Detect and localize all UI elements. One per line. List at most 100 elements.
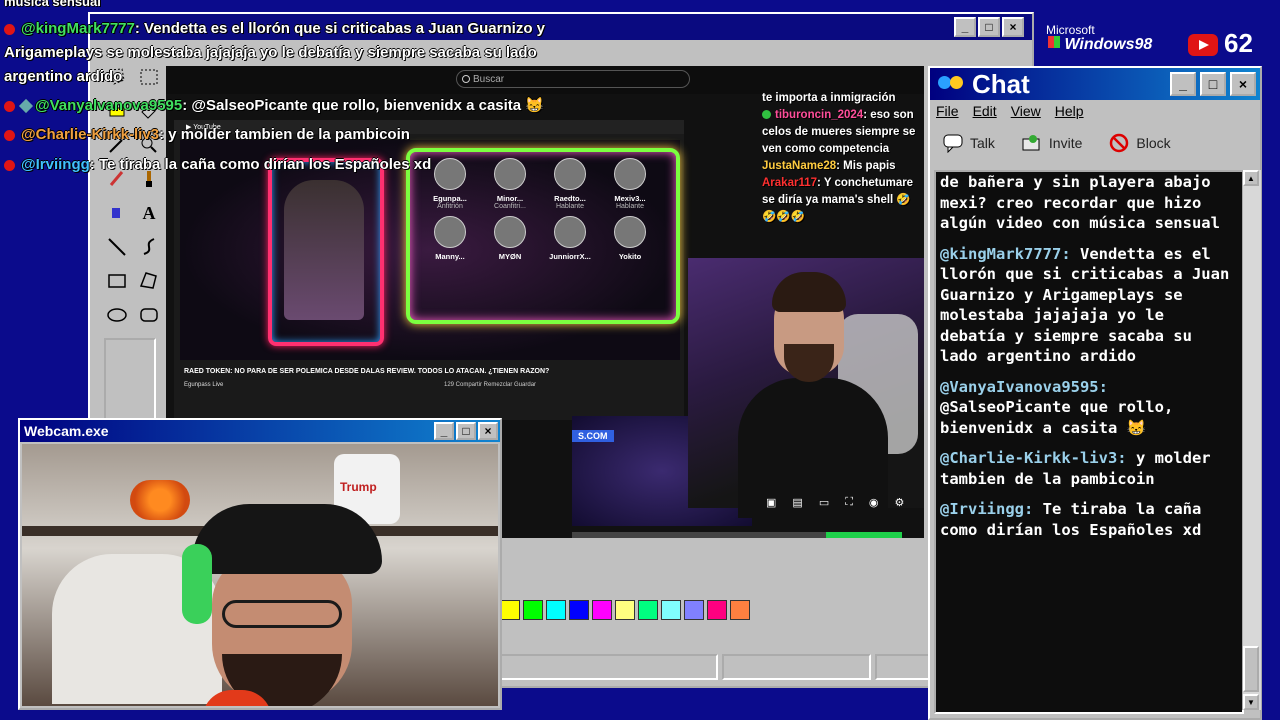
airbrush-icon[interactable]: [104, 200, 130, 226]
block-button[interactable]: Block: [1108, 133, 1171, 153]
guest-tile[interactable]: Yokito: [600, 216, 660, 261]
chat-text: @SalseoPicante que rollo, bienvenidx a c…: [940, 398, 1174, 437]
webcam-titlebar[interactable]: Webcam.exe _ □ ×: [20, 420, 500, 442]
status-cell-size: [874, 654, 930, 680]
chat-username: @Charlie-Kirkk-liv3:: [940, 449, 1127, 467]
embedded-chat-message: te importa a inmigración: [762, 90, 922, 107]
guest-tile[interactable]: Mexiv3... Hablante: [600, 158, 660, 210]
overlay-user: @Irviingg: [21, 156, 90, 173]
chat-message: de bañera y sin playera abajo mexi? creo…: [936, 172, 1242, 234]
chat-message: @Irviingg: Te tiraba la caña como dirían…: [936, 499, 1242, 540]
palette-swatch[interactable]: [500, 600, 520, 620]
autoplay-icon[interactable]: ◉: [869, 496, 879, 509]
miniplayer-icon[interactable]: ▣: [766, 496, 776, 509]
palette-swatch[interactable]: [684, 600, 704, 620]
talk-button[interactable]: Talk: [942, 133, 995, 153]
guest-name: Egunpa...: [433, 194, 467, 203]
palette-swatch[interactable]: [707, 600, 727, 620]
video-actions[interactable]: 129 Compartir Remezclar Guardar: [444, 382, 536, 388]
scroll-down-icon[interactable]: ▼: [1243, 694, 1259, 710]
overlay-line-3: argentino ardido: [4, 68, 123, 85]
youtube-icon: [4, 100, 15, 112]
stars-tag: S.COM: [572, 430, 614, 442]
palette-swatch[interactable]: [638, 600, 658, 620]
embedded-chat-user: Arakar117: [762, 177, 817, 189]
guest-avatar: [554, 216, 586, 248]
chat-username: @Irviingg:: [940, 500, 1034, 518]
guest-avatar: [614, 216, 646, 248]
overlay-line-4: @Vanyalvanova9595: @SalseoPicante que ro…: [4, 96, 544, 114]
menu-file[interactable]: File: [936, 103, 959, 119]
theater-icon[interactable]: ▭: [819, 496, 829, 509]
streamer-hair: [772, 272, 846, 312]
overlay-text: : Vendetta es el llorón que si criticaba…: [134, 20, 545, 37]
ellipse-icon[interactable]: [104, 302, 130, 328]
chat-scrollbar[interactable]: ▲ ▼: [1242, 170, 1261, 710]
rounded-rect-icon[interactable]: [136, 302, 162, 328]
invite-button[interactable]: Invite: [1021, 133, 1082, 153]
polygon-icon[interactable]: [136, 268, 162, 294]
palette-swatch[interactable]: [523, 600, 543, 620]
curve-icon[interactable]: [136, 234, 162, 260]
palette-swatch[interactable]: [592, 600, 612, 620]
people-icon: [936, 74, 966, 98]
chat-close-button[interactable]: ×: [1230, 72, 1256, 96]
paint-close-button[interactable]: ×: [1002, 17, 1024, 37]
invite-label: Invite: [1048, 135, 1083, 151]
webcam-maximize-button[interactable]: □: [456, 422, 476, 440]
rect-select-icon[interactable]: [136, 64, 162, 90]
palette-swatch[interactable]: [546, 600, 566, 620]
menu-view[interactable]: View: [1011, 103, 1041, 119]
palette-swatch[interactable]: [569, 600, 589, 620]
settings-icon[interactable]: ⚙: [895, 496, 905, 509]
windows-label: Windows98: [1064, 36, 1153, 53]
fullscreen-icon[interactable]: ⛶: [845, 496, 853, 509]
channel-name[interactable]: Egunpass Live: [184, 382, 223, 388]
paint-maximize-button[interactable]: □: [978, 17, 1000, 37]
menu-edit[interactable]: Edit: [973, 103, 997, 119]
webcam-close-button[interactable]: ×: [478, 422, 498, 440]
overlay-user: @Vanyalvanova9595: [35, 97, 183, 114]
color-palette: [500, 600, 750, 620]
chat-title: Chat: [972, 68, 1030, 99]
cast-icon[interactable]: ▤: [792, 496, 802, 509]
guest-tile[interactable]: MYØN: [480, 216, 540, 261]
guest-name: JunniorrX...: [549, 252, 591, 261]
overlay-text: : y molder tambien de la pambicoin: [159, 126, 410, 143]
block-label: Block: [1136, 135, 1171, 151]
chat-maximize-button[interactable]: □: [1200, 72, 1226, 96]
rectangle-icon[interactable]: [104, 268, 130, 294]
guest-tile[interactable]: Raedto... Hablante: [540, 158, 600, 210]
guest-role: Coanfitri...: [494, 203, 526, 210]
space-guest-grid: Egunpa... Anfitrión Minor... Coanfitri... Ra…: [420, 158, 660, 261]
webcam-feed: Trump: [22, 444, 498, 706]
chat-titlebar[interactable]: Chat _ □ ×: [930, 68, 1260, 100]
palette-swatch[interactable]: [661, 600, 681, 620]
streamer-beard: [784, 344, 834, 382]
guest-tile[interactable]: Manny...: [420, 216, 480, 261]
paint-statusbar: [500, 654, 930, 680]
search-input[interactable]: Buscar: [456, 70, 690, 88]
paint-minimize-button[interactable]: _: [954, 17, 976, 37]
scroll-up-icon[interactable]: ▲: [1243, 170, 1259, 186]
chat-message: @VanyaIvanova9595: @SalseoPicante que ro…: [936, 377, 1242, 439]
webcam-minimize-button[interactable]: _: [434, 422, 454, 440]
chat-text: de bañera y sin playera abajo mexi? creo…: [940, 173, 1220, 232]
text-tool-icon[interactable]: A: [136, 200, 162, 226]
menu-help[interactable]: Help: [1055, 103, 1084, 119]
video-progress[interactable]: [572, 532, 902, 538]
guest-avatar: [554, 158, 586, 190]
guest-tile[interactable]: Minor... Coanfitri...: [480, 158, 540, 210]
palette-swatch[interactable]: [730, 600, 750, 620]
embedded-chat-text: : Mis papis: [836, 160, 896, 172]
overlay-partial-line: música sensual: [4, 0, 101, 9]
palette-swatch[interactable]: [615, 600, 635, 620]
video-title: RAED TOKEN: NO PARA DE SER POLEMICA DESD…: [184, 368, 550, 375]
talk-icon: [943, 134, 963, 153]
scroll-thumb[interactable]: [1243, 646, 1259, 692]
chat-minimize-button[interactable]: _: [1170, 72, 1196, 96]
line-icon[interactable]: [104, 234, 130, 260]
guest-tile[interactable]: JunniorrX...: [540, 216, 600, 261]
embedded-chat-message: Arakar117: Y conchetumare se diría ya ma…: [762, 175, 922, 226]
video-player[interactable]: Egunpa... Anfitrión Minor... Coanfitri... Ra…: [180, 140, 680, 360]
